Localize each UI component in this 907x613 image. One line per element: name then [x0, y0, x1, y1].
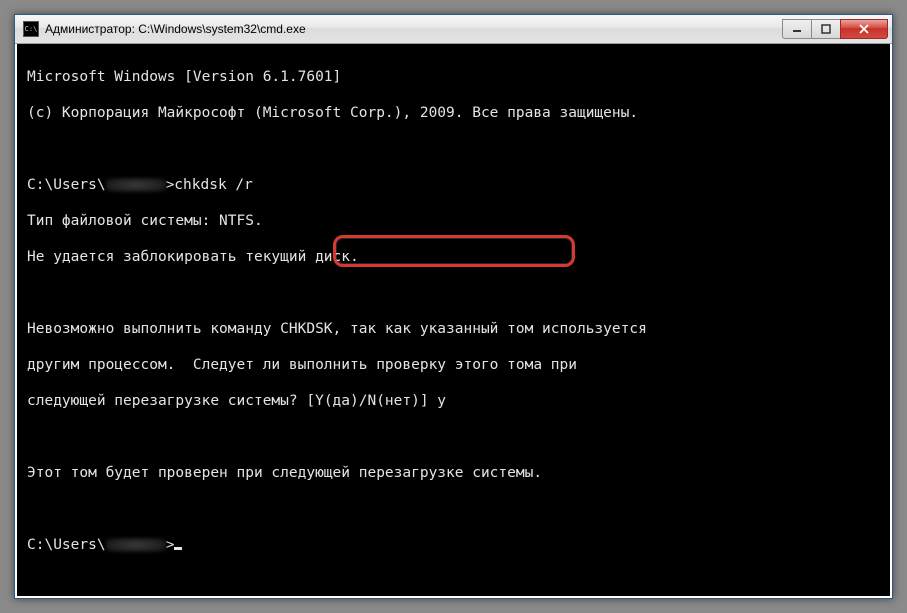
output-blank: [27, 284, 880, 302]
output-blank: [27, 428, 880, 446]
output-blank: [27, 140, 880, 158]
redacted-username: [106, 178, 166, 192]
terminal-output[interactable]: Microsoft Windows [Version 6.1.7601] (c)…: [15, 44, 892, 598]
output-blank: [27, 500, 880, 518]
minimize-button[interactable]: [782, 19, 812, 39]
close-button[interactable]: [840, 19, 888, 39]
cmd-window: Администратор: C:\Windows\system32\cmd.e…: [14, 14, 893, 599]
text-cursor: [174, 547, 182, 550]
output-line: следующей перезагрузке системы? [Y(да)/N…: [27, 392, 880, 410]
titlebar[interactable]: Администратор: C:\Windows\system32\cmd.e…: [15, 15, 892, 44]
window-title: Администратор: C:\Windows\system32\cmd.e…: [45, 22, 783, 36]
redacted-username: [106, 538, 166, 552]
output-line: (c) Корпорация Майкрософт (Microsoft Cor…: [27, 104, 880, 122]
window-controls: [783, 19, 888, 39]
output-line: другим процессом. Следует ли выполнить п…: [27, 356, 880, 374]
cmd-icon: [23, 21, 39, 37]
prompt-line: C:\Users\>: [27, 536, 880, 554]
maximize-button[interactable]: [811, 19, 841, 39]
output-line: Этот том будет проверен при следующей пе…: [27, 464, 880, 482]
output-line: Microsoft Windows [Version 6.1.7601]: [27, 68, 880, 86]
output-line: Невозможно выполнить команду CHKDSK, так…: [27, 320, 880, 338]
output-line: Не удается заблокировать текущий диск.: [27, 248, 880, 266]
output-line: Тип файловой системы: NTFS.: [27, 212, 880, 230]
prompt-line: C:\Users\>chkdsk /r: [27, 176, 880, 194]
prompt-answer: [Y(да)/N(нет)] y: [306, 393, 446, 409]
